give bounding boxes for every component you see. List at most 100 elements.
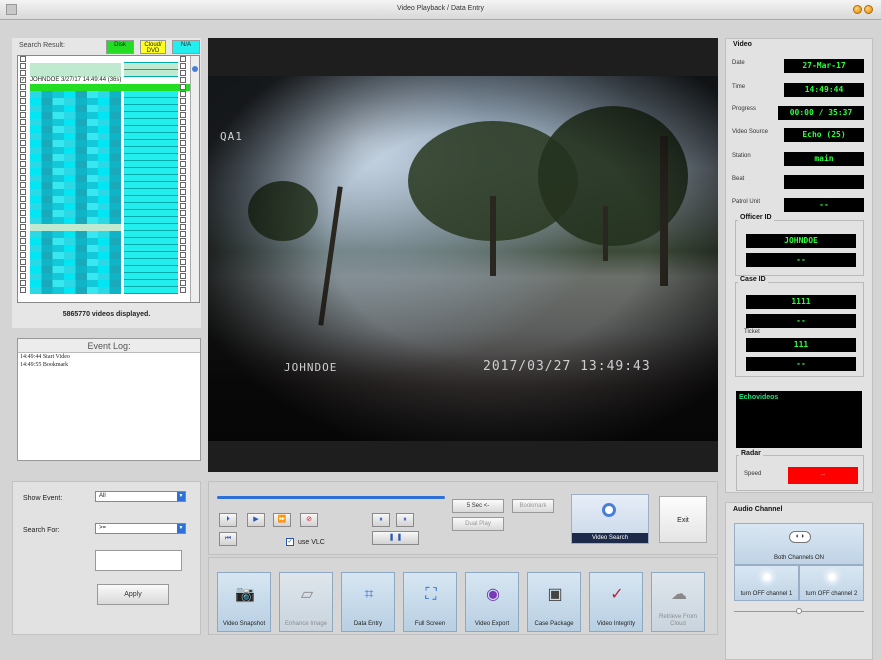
bookmark-button[interactable]: Bookmark	[512, 499, 554, 513]
fast-forward-icon[interactable]: ⏩	[273, 513, 291, 527]
chevron-down-icon[interactable]: ▼	[177, 492, 185, 501]
list-item[interactable]	[18, 98, 191, 105]
list-item[interactable]	[18, 259, 191, 266]
list-item[interactable]	[18, 231, 191, 238]
row-checkbox[interactable]	[20, 133, 26, 139]
row-checkbox[interactable]	[20, 266, 26, 272]
exit-button[interactable]: Exit	[659, 496, 707, 543]
full-screen-button[interactable]: ⛶ Full Screen	[403, 572, 457, 632]
frame-forward-icon[interactable]: ⏸	[396, 513, 414, 527]
list-item[interactable]	[18, 189, 191, 196]
row-checkbox-right[interactable]	[180, 56, 186, 62]
list-item[interactable]	[18, 63, 191, 70]
row-checkbox-right[interactable]	[180, 77, 186, 83]
row-checkbox[interactable]	[20, 182, 26, 188]
list-item[interactable]	[18, 168, 191, 175]
list-item[interactable]	[18, 140, 191, 147]
enhance-image-button[interactable]: ▱ Enhance Image	[279, 572, 333, 632]
row-checkbox-right[interactable]	[180, 175, 186, 181]
retrieve-from-cloud-button[interactable]: ☁ Retrieve From Cloud	[651, 572, 705, 632]
list-item[interactable]	[18, 210, 191, 217]
row-checkbox[interactable]	[20, 154, 26, 160]
row-checkbox[interactable]	[20, 140, 26, 146]
apply-button[interactable]: Apply	[97, 584, 169, 605]
row-checkbox-right[interactable]	[180, 273, 186, 279]
row-checkbox[interactable]	[20, 280, 26, 286]
row-checkbox[interactable]	[20, 126, 26, 132]
list-item[interactable]	[18, 126, 191, 133]
row-checkbox-right[interactable]	[180, 119, 186, 125]
row-checkbox-right[interactable]	[180, 245, 186, 251]
row-checkbox[interactable]	[20, 189, 26, 195]
video-frame[interactable]: QA1 JOHNDOE 2017/03/27 13:49:43	[208, 76, 718, 441]
row-checkbox-right[interactable]	[180, 168, 186, 174]
list-item[interactable]	[18, 287, 191, 294]
list-item[interactable]	[18, 196, 191, 203]
list-item[interactable]	[18, 91, 191, 98]
row-checkbox-right[interactable]	[180, 238, 186, 244]
play-icon[interactable]: ▶	[247, 513, 265, 527]
row-checkbox-right[interactable]	[180, 84, 186, 90]
use-vlc-checkbox[interactable]: ✓	[286, 538, 294, 546]
list-item[interactable]	[18, 280, 191, 287]
video-integrity-button[interactable]: ✓ Video Integrity	[589, 572, 643, 632]
search-for-select[interactable]: >= ▼	[95, 523, 186, 534]
row-checkbox[interactable]	[20, 98, 26, 104]
video-search-button[interactable]: Video Search	[571, 494, 649, 544]
row-checkbox[interactable]	[20, 203, 26, 209]
row-checkbox-right[interactable]	[180, 210, 186, 216]
row-checkbox[interactable]	[20, 245, 26, 251]
list-item[interactable]: ✓ JOHNDOE 3/27/17 14:49:44 (36s)	[18, 77, 191, 84]
list-item[interactable]	[18, 70, 191, 77]
scroll-thumb[interactable]	[192, 66, 198, 72]
row-checkbox[interactable]	[20, 259, 26, 265]
row-checkbox[interactable]	[20, 70, 26, 76]
row-checkbox-right[interactable]	[180, 140, 186, 146]
row-checkbox-right[interactable]	[180, 182, 186, 188]
show-event-select[interactable]: All ▼	[95, 491, 186, 502]
result-list[interactable]: ✓ JOHNDOE 3/27/17 14:49:44 (36s)	[17, 55, 200, 303]
search-text-input[interactable]	[95, 550, 182, 571]
row-checkbox[interactable]	[20, 147, 26, 153]
turn-off-channel-1-button[interactable]: turn OFF channel 1	[734, 565, 799, 601]
row-checkbox-right[interactable]	[180, 189, 186, 195]
row-checkbox-right[interactable]	[180, 133, 186, 139]
row-checkbox-right[interactable]	[180, 259, 186, 265]
skip-5sec-button[interactable]: 5 Sec <-	[452, 499, 504, 513]
row-checkbox[interactable]	[20, 119, 26, 125]
audio-balance-thumb[interactable]	[796, 608, 802, 614]
list-item[interactable]	[18, 119, 191, 126]
close-icon[interactable]	[864, 5, 873, 14]
playback-progress-slider[interactable]	[217, 496, 445, 499]
row-checkbox-right[interactable]	[180, 252, 186, 258]
row-checkbox-right[interactable]	[180, 196, 186, 202]
video-player[interactable]: QA1 JOHNDOE 2017/03/27 13:49:43	[208, 38, 718, 472]
row-checkbox[interactable]	[20, 105, 26, 111]
row-checkbox-right[interactable]	[180, 70, 186, 76]
list-item[interactable]	[18, 133, 191, 140]
list-item[interactable]	[18, 112, 191, 119]
video-snapshot-button[interactable]: 📷 Video Snapshot	[217, 572, 271, 632]
skip-start-icon[interactable]: ⏮	[219, 532, 237, 546]
both-channels-button[interactable]: ◐◑ Both Channels ON	[734, 523, 864, 565]
list-item[interactable]	[18, 217, 191, 224]
row-checkbox[interactable]	[20, 273, 26, 279]
row-checkbox[interactable]	[20, 112, 26, 118]
row-checkbox[interactable]	[20, 210, 26, 216]
list-item[interactable]	[18, 161, 191, 168]
row-checkbox[interactable]	[20, 63, 26, 69]
list-item[interactable]	[18, 84, 191, 91]
row-checkbox[interactable]	[20, 238, 26, 244]
list-item[interactable]	[18, 252, 191, 259]
row-checkbox[interactable]	[20, 175, 26, 181]
row-checkbox-right[interactable]	[180, 266, 186, 272]
video-export-button[interactable]: ◉ Video Export	[465, 572, 519, 632]
row-checkbox-right[interactable]	[180, 98, 186, 104]
row-checkbox[interactable]	[20, 231, 26, 237]
row-checkbox-right[interactable]	[180, 154, 186, 160]
list-item[interactable]	[18, 245, 191, 252]
row-checkbox-right[interactable]	[180, 105, 186, 111]
list-item[interactable]	[18, 224, 191, 231]
row-checkbox-right[interactable]	[180, 147, 186, 153]
frame-back-icon[interactable]: ⏸	[372, 513, 390, 527]
